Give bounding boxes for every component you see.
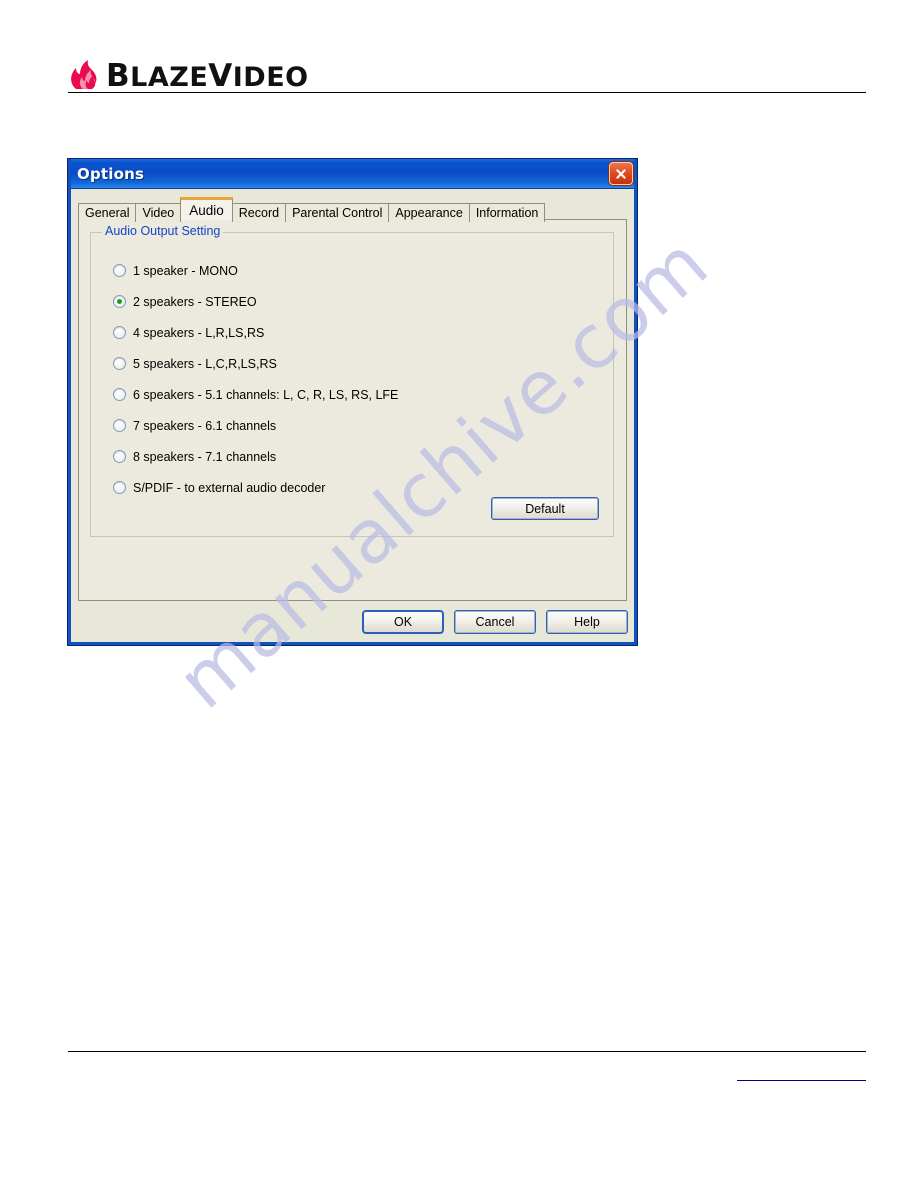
- tab-parental-control[interactable]: Parental Control: [285, 203, 390, 222]
- radio-icon-selected: [113, 295, 126, 308]
- default-button[interactable]: Default: [491, 497, 599, 520]
- close-x-icon: [616, 168, 626, 179]
- radio-label: 8 speakers - 7.1 channels: [133, 449, 277, 464]
- tab-strip: General Video Audio Record Parental Cont…: [78, 197, 546, 222]
- radio-option-4-speakers[interactable]: 4 speakers - L,R,LS,RS: [113, 317, 603, 348]
- radio-icon: [113, 450, 126, 463]
- brand-text-ideo: IDEO: [232, 62, 309, 93]
- tab-audio[interactable]: Audio: [180, 197, 233, 220]
- page-header: BLAZEVIDEO: [68, 52, 866, 96]
- radio-option-8-speakers[interactable]: 8 speakers - 7.1 channels: [113, 441, 603, 472]
- radio-option-6-speakers[interactable]: 6 speakers - 5.1 channels: L, C, R, LS, …: [113, 379, 603, 410]
- tab-record[interactable]: Record: [231, 203, 287, 222]
- radio-icon: [113, 481, 126, 494]
- close-button[interactable]: [609, 162, 633, 185]
- help-button[interactable]: Help: [546, 610, 628, 634]
- radio-label: 4 speakers - L,R,LS,RS: [133, 325, 265, 340]
- radio-option-2-speakers-stereo[interactable]: 2 speakers - STEREO: [113, 286, 603, 317]
- radio-label: 5 speakers - L,C,R,LS,RS: [133, 356, 277, 371]
- brand-letter-b: B: [106, 58, 131, 94]
- radio-option-1-speaker-mono[interactable]: 1 speaker - MONO: [113, 255, 603, 286]
- radio-icon: [113, 357, 126, 370]
- tab-appearance[interactable]: Appearance: [388, 203, 470, 222]
- dialog-titlebar[interactable]: Options: [68, 159, 637, 189]
- flame-icon: [71, 60, 97, 89]
- radio-label: S/PDIF - to external audio decoder: [133, 480, 326, 495]
- radio-option-7-speakers[interactable]: 7 speakers - 6.1 channels: [113, 410, 603, 441]
- brand-letter-v: V: [208, 58, 233, 94]
- groupbox-title: Audio Output Setting: [102, 224, 224, 238]
- radio-icon: [113, 326, 126, 339]
- radio-label: 7 speakers - 6.1 channels: [133, 418, 277, 433]
- radio-label: 2 speakers - STEREO: [133, 294, 257, 309]
- audio-output-setting-groupbox: Audio Output Setting 1 speaker - MONO 2 …: [90, 224, 614, 537]
- audio-output-radio-group: 1 speaker - MONO 2 speakers - STEREO 4 s…: [113, 255, 603, 503]
- tab-information[interactable]: Information: [468, 203, 546, 222]
- radio-icon: [113, 264, 126, 277]
- radio-label: 1 speaker - MONO: [133, 263, 238, 278]
- tab-general[interactable]: General: [78, 203, 137, 222]
- radio-icon: [113, 388, 126, 401]
- tab-panel-audio: Audio Output Setting 1 speaker - MONO 2 …: [78, 219, 627, 601]
- header-divider: [68, 92, 866, 93]
- radio-label: 6 speakers - 5.1 channels: L, C, R, LS, …: [133, 387, 399, 402]
- footer-link-underline[interactable]: [737, 1080, 866, 1081]
- footer-divider: [68, 1051, 866, 1052]
- dialog-footer: OK Cancel Help: [68, 607, 637, 639]
- tab-video[interactable]: Video: [135, 203, 182, 222]
- brand-wordmark: BLAZEVIDEO: [106, 61, 309, 92]
- options-dialog: Options General Video Audio Record Paren…: [67, 158, 638, 646]
- radio-icon: [113, 419, 126, 432]
- brand-text-laze: LAZE: [130, 62, 209, 93]
- cancel-button[interactable]: Cancel: [454, 610, 536, 634]
- ok-button[interactable]: OK: [362, 610, 444, 634]
- brand-logo: BLAZEVIDEO: [68, 52, 309, 92]
- radio-option-5-speakers[interactable]: 5 speakers - L,C,R,LS,RS: [113, 348, 603, 379]
- dialog-title: Options: [77, 164, 145, 183]
